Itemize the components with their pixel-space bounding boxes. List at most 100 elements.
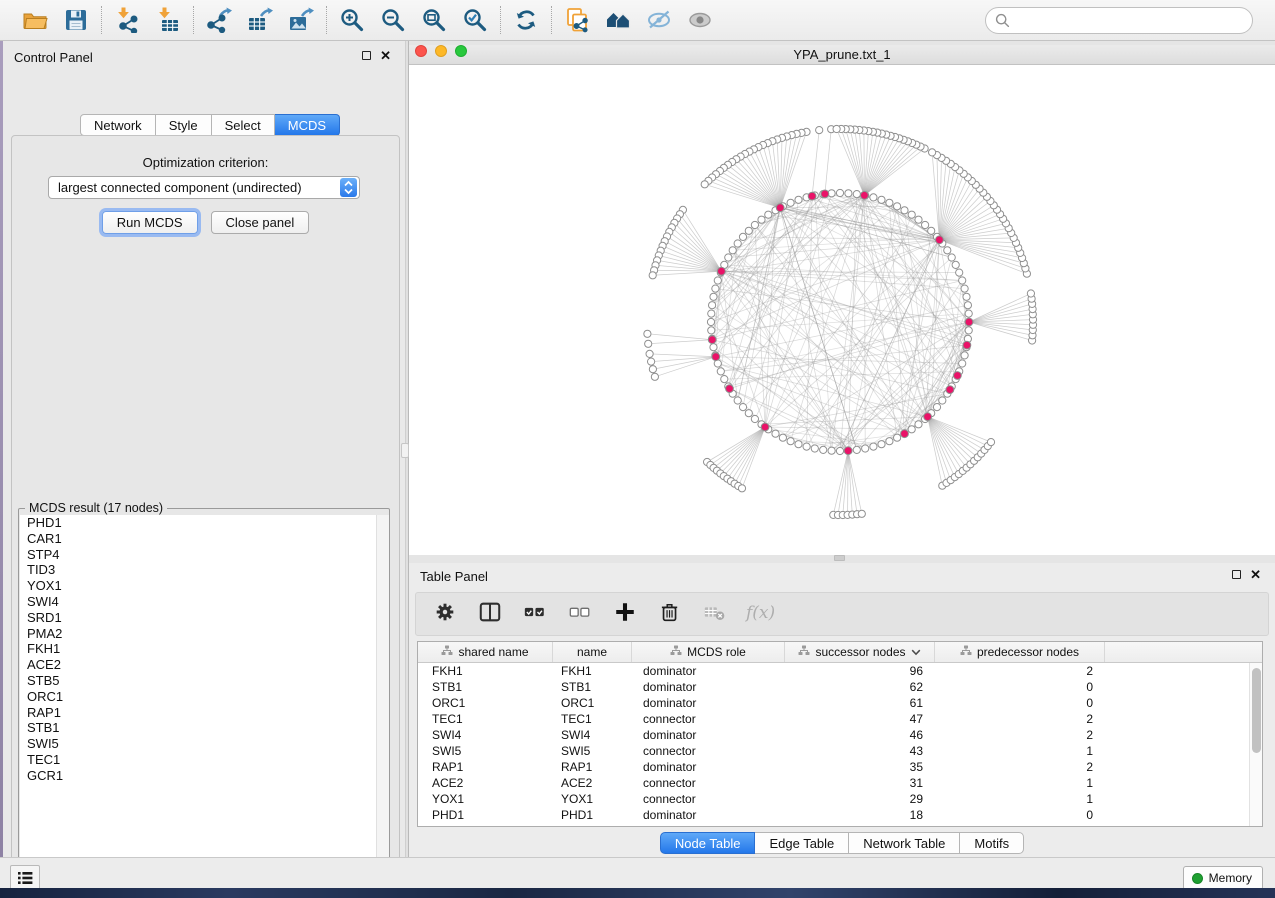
show-columns-button[interactable] <box>478 602 502 626</box>
mcds-node[interactable] <box>844 447 852 455</box>
cell-predecessor_nodes[interactable]: 2 <box>935 663 1105 679</box>
column-header-predecessor_nodes[interactable]: predecessor nodes <box>935 642 1105 662</box>
network-node[interactable] <box>646 350 653 357</box>
network-node[interactable] <box>948 254 955 261</box>
mcds-node[interactable] <box>936 236 944 244</box>
network-node[interactable] <box>795 196 802 203</box>
mcds-node[interactable] <box>718 267 726 275</box>
network-node[interactable] <box>878 441 885 448</box>
cell-name[interactable]: ACE2 <box>553 775 632 791</box>
deselect-all-rows-button[interactable] <box>568 602 592 626</box>
network-node[interactable] <box>725 254 732 261</box>
tab-select[interactable]: Select <box>212 114 275 136</box>
network-node[interactable] <box>795 441 802 448</box>
network-node[interactable] <box>965 310 972 317</box>
task-history-button[interactable] <box>10 865 40 890</box>
column-header-name[interactable]: name <box>553 642 632 662</box>
zoom-selected-button[interactable] <box>461 6 489 34</box>
cell-name[interactable]: RAP1 <box>553 759 632 775</box>
network-node[interactable] <box>944 247 951 254</box>
network-node[interactable] <box>964 302 971 309</box>
network-node[interactable] <box>963 293 970 300</box>
network-node[interactable] <box>751 415 758 422</box>
network-node[interactable] <box>701 181 708 188</box>
network-node[interactable] <box>745 410 752 417</box>
cell-successor_nodes[interactable]: 61 <box>785 695 935 711</box>
network-canvas[interactable] <box>409 65 1275 555</box>
mcds-result-item[interactable]: YOX1 <box>20 578 389 594</box>
cell-shared_name[interactable]: SWI4 <box>418 727 553 743</box>
network-node[interactable] <box>915 421 922 428</box>
memory-button[interactable]: Memory <box>1183 866 1263 890</box>
column-header-successor_nodes[interactable]: successor nodes <box>785 642 935 662</box>
save-session-button[interactable] <box>62 6 90 34</box>
network-node[interactable] <box>648 358 655 365</box>
mcds-result-item[interactable]: SRD1 <box>20 610 389 626</box>
mcds-node[interactable] <box>712 353 720 361</box>
window-minimize-icon[interactable] <box>435 45 447 57</box>
close-panel-button[interactable]: Close panel <box>211 211 310 234</box>
network-node[interactable] <box>845 190 852 197</box>
network-node[interactable] <box>649 366 656 373</box>
table-settings-button[interactable] <box>433 602 457 626</box>
mcds-result-item[interactable]: ACE2 <box>20 657 389 673</box>
new-network-from-selection-button[interactable] <box>563 6 591 34</box>
network-node[interactable] <box>734 397 741 404</box>
network-node[interactable] <box>929 149 936 156</box>
cell-mcds_role[interactable]: dominator <box>632 663 785 679</box>
table-row-FKH1[interactable]: FKH1FKH1dominator962 <box>418 663 1262 679</box>
cell-name[interactable]: FKH1 <box>553 663 632 679</box>
cell-successor_nodes[interactable]: 47 <box>785 711 935 727</box>
cell-successor_nodes[interactable]: 96 <box>785 663 935 679</box>
network-node[interactable] <box>707 318 714 325</box>
apply-preferred-layout-button[interactable] <box>512 6 540 34</box>
table-row-ORC1[interactable]: ORC1ORC1dominator610 <box>418 695 1262 711</box>
cell-shared_name[interactable]: YOX1 <box>418 791 553 807</box>
float-table-panel-icon[interactable] <box>1232 570 1241 579</box>
vertical-splitter-handle[interactable] <box>401 443 409 458</box>
tab-motifs[interactable]: Motifs <box>960 832 1024 854</box>
search-input[interactable] <box>1010 13 1252 28</box>
network-node[interactable] <box>956 269 963 276</box>
network-node[interactable] <box>787 199 794 206</box>
mcds-node[interactable] <box>776 204 784 212</box>
network-node[interactable] <box>961 285 968 292</box>
show-all-button[interactable] <box>686 6 714 34</box>
column-header-shared_name[interactable]: shared name <box>418 642 553 662</box>
network-node[interactable] <box>933 404 940 411</box>
cell-name[interactable]: STB1 <box>553 679 632 695</box>
cell-mcds_role[interactable]: connector <box>632 775 785 791</box>
zoom-in-button[interactable] <box>338 6 366 34</box>
mcds-result-item[interactable]: TEC1 <box>20 752 389 768</box>
float-panel-icon[interactable] <box>362 51 371 60</box>
mcds-node[interactable] <box>761 423 769 431</box>
mcds-result-item[interactable]: CAR1 <box>20 531 389 547</box>
cell-shared_name[interactable]: PHD1 <box>418 807 553 823</box>
cell-mcds_role[interactable]: dominator <box>632 759 785 775</box>
mcds-node[interactable] <box>821 190 829 198</box>
network-graph[interactable] <box>409 65 1275 555</box>
network-node[interactable] <box>739 233 746 240</box>
table-scrollbar[interactable] <box>1249 663 1262 826</box>
mcds-result-item[interactable]: STB5 <box>20 673 389 689</box>
horizontal-splitter-handle[interactable] <box>834 555 845 561</box>
import-table-button[interactable] <box>154 6 182 34</box>
mcds-result-item[interactable]: ORC1 <box>20 689 389 705</box>
network-node[interactable] <box>803 443 810 450</box>
network-node[interactable] <box>858 510 865 517</box>
cell-mcds_role[interactable]: connector <box>632 743 785 759</box>
network-node[interactable] <box>886 438 893 445</box>
mcds-node[interactable] <box>808 192 816 200</box>
mcds-result-item[interactable]: STP4 <box>20 547 389 563</box>
network-node[interactable] <box>922 221 929 228</box>
window-close-icon[interactable] <box>415 45 427 57</box>
open-file-button[interactable] <box>21 6 49 34</box>
cell-successor_nodes[interactable]: 31 <box>785 775 935 791</box>
table-scrollbar-thumb[interactable] <box>1252 668 1261 753</box>
network-node[interactable] <box>908 211 915 218</box>
mcds-result-item[interactable]: SWI5 <box>20 736 389 752</box>
network-node[interactable] <box>651 373 658 380</box>
network-node[interactable] <box>901 207 908 214</box>
cell-mcds_role[interactable]: dominator <box>632 695 785 711</box>
mcds-result-item[interactable]: PMA2 <box>20 626 389 642</box>
